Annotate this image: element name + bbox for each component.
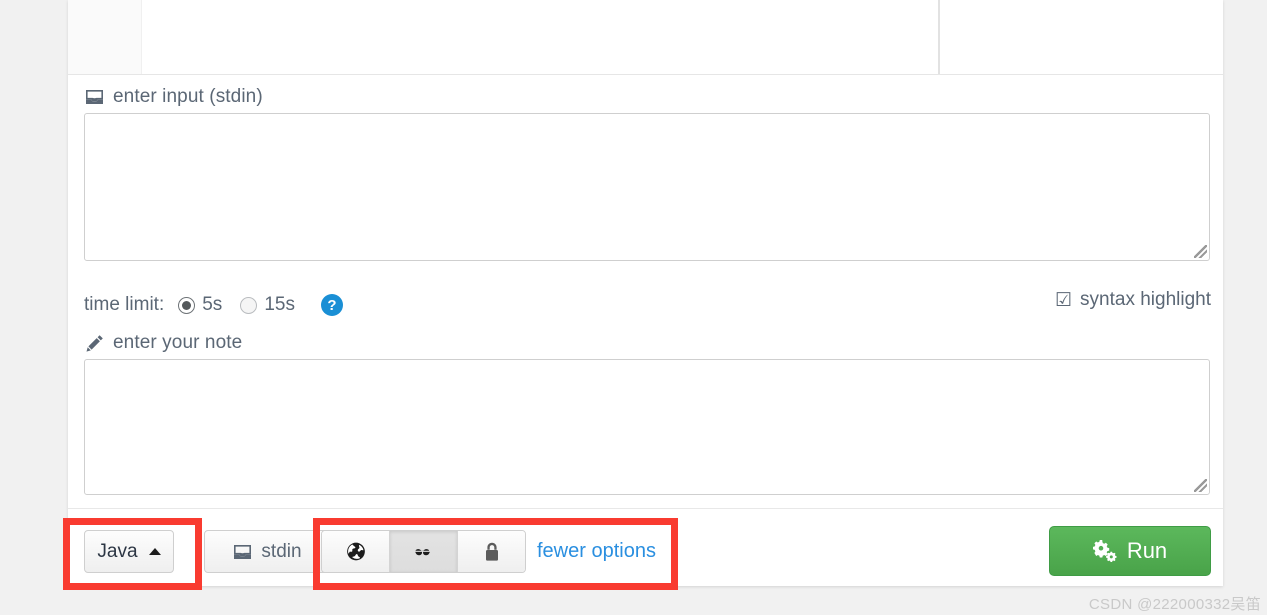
help-icon[interactable]: ? xyxy=(320,294,343,316)
lock-icon xyxy=(482,542,502,562)
bottom-toolbar: Java stdin fewer options Run xyxy=(68,508,1223,586)
time-limit-label: time limit: xyxy=(84,294,165,315)
note-label-row: enter your note xyxy=(84,332,242,354)
checkbox-checked-icon[interactable]: ☑ xyxy=(1055,290,1072,311)
language-selector-button[interactable]: Java xyxy=(84,530,174,573)
cogs-icon xyxy=(1092,540,1117,562)
glasses-icon xyxy=(414,542,434,562)
radio-15s[interactable] xyxy=(240,296,258,314)
visibility-public-button[interactable] xyxy=(322,531,390,572)
fewer-options-link[interactable]: fewer options xyxy=(537,530,656,573)
editor-line-number-gutter xyxy=(68,0,142,74)
run-button[interactable]: Run xyxy=(1049,526,1211,576)
visibility-private-button[interactable] xyxy=(458,531,525,572)
app-screenshot: enter input (stdin) time limit: 5s 15s ?… xyxy=(0,0,1267,615)
radio-5s-label: 5s xyxy=(202,294,223,315)
ide-page-panel: enter input (stdin) time limit: 5s 15s ?… xyxy=(68,0,1223,586)
stdin-toggle-button[interactable]: stdin xyxy=(204,530,330,573)
language-selector-label: Java xyxy=(97,540,138,562)
note-textarea[interactable] xyxy=(84,359,1210,495)
time-limit-row: time limit: 5s 15s ? xyxy=(84,290,343,320)
syntax-highlight-checkbox[interactable]: ☑ syntax highlight xyxy=(1055,289,1211,311)
syntax-highlight-label: syntax highlight xyxy=(1080,289,1211,310)
inbox-icon xyxy=(232,542,252,562)
pencil-icon xyxy=(84,333,104,353)
radio-15s-label: 15s xyxy=(264,294,295,315)
note-label-text: enter your note xyxy=(113,332,243,353)
stdin-label-row: enter input (stdin) xyxy=(84,86,263,108)
stdin-button-label: stdin xyxy=(261,540,302,562)
time-limit-option-5s[interactable]: 5s xyxy=(178,294,222,316)
visibility-segmented-group xyxy=(321,530,526,573)
inbox-icon xyxy=(84,87,104,107)
run-button-label: Run xyxy=(1126,538,1168,563)
globe-icon xyxy=(346,542,366,562)
radio-5s[interactable] xyxy=(178,296,196,314)
editor-vertical-divider xyxy=(938,0,940,74)
time-limit-option-15s[interactable]: 15s xyxy=(240,294,295,316)
watermark-text: CSDN @222000332吴笛 xyxy=(1088,596,1261,613)
caret-up-icon xyxy=(148,548,161,555)
stdin-textarea[interactable] xyxy=(84,113,1210,261)
visibility-secret-button[interactable] xyxy=(390,531,458,572)
code-editor-area[interactable] xyxy=(68,0,1223,75)
stdin-label-text: enter input (stdin) xyxy=(113,86,263,107)
